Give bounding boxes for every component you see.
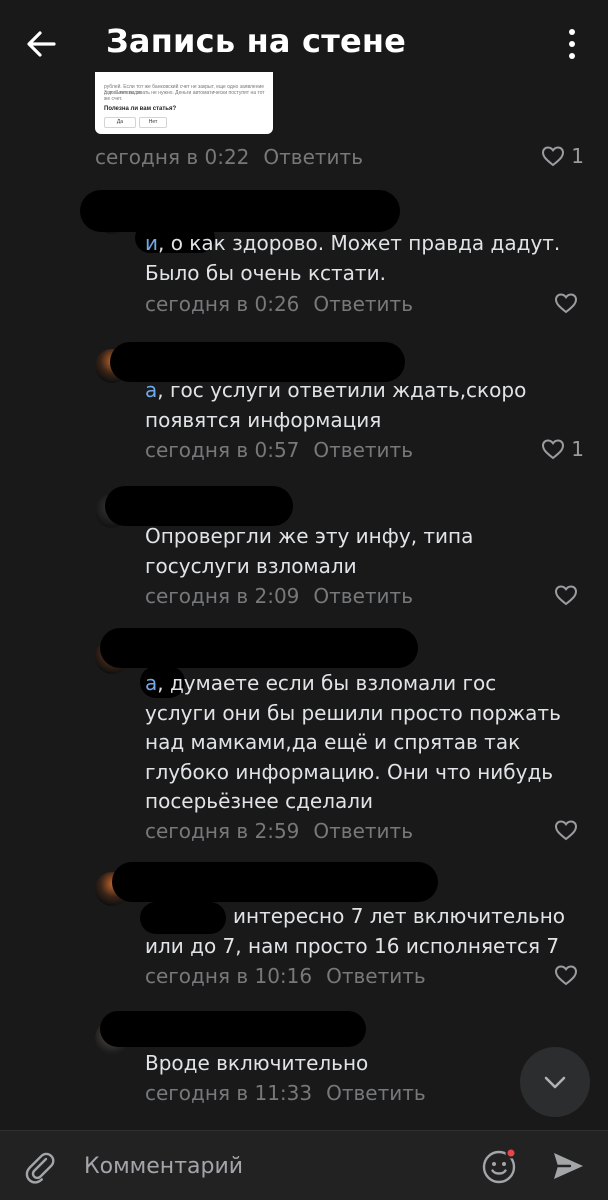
like-count: 1 bbox=[571, 437, 584, 461]
post-like-button[interactable]: 1 bbox=[524, 141, 584, 171]
preview-option-yes[interactable]: Да bbox=[104, 117, 136, 128]
preview-question: Полезна ли вам статья? bbox=[104, 106, 177, 112]
like-button[interactable]: 1 bbox=[524, 434, 584, 464]
comment-meta: сегодня в 10:16 Ответить bbox=[145, 964, 426, 988]
back-button[interactable] bbox=[22, 24, 62, 64]
attached-article-preview[interactable]: рублей. Если тот же банковский счет не з… bbox=[95, 72, 273, 134]
comment-text: а, гос услуги ответили ждать,скоро появя… bbox=[145, 378, 527, 432]
send-icon bbox=[554, 1153, 583, 1179]
heart-icon bbox=[542, 146, 565, 167]
comment-time: сегодня в 2:59 bbox=[145, 819, 300, 843]
mention-link[interactable]: а bbox=[145, 671, 157, 695]
redacted-name bbox=[100, 1011, 366, 1047]
mention-link[interactable]: а bbox=[145, 378, 157, 402]
like-button[interactable] bbox=[524, 815, 584, 845]
like-button[interactable] bbox=[524, 580, 584, 610]
reply-button[interactable]: Ответить bbox=[326, 964, 426, 988]
more-options-button[interactable] bbox=[556, 24, 588, 64]
redacted-name bbox=[80, 190, 400, 232]
send-button[interactable] bbox=[550, 1148, 586, 1184]
redacted-name bbox=[100, 628, 418, 668]
chevron-down-icon bbox=[544, 1076, 566, 1089]
paperclip-icon bbox=[25, 1152, 55, 1184]
app-header: Запись на стене bbox=[0, 0, 608, 84]
heart-icon bbox=[554, 585, 578, 606]
comment-time: сегодня в 2:09 bbox=[145, 584, 300, 608]
comment-input[interactable] bbox=[84, 1149, 464, 1183]
reply-button[interactable]: Ответить bbox=[313, 819, 413, 843]
comment-meta: сегодня в 2:09 Ответить bbox=[145, 584, 413, 608]
like-count: 1 bbox=[571, 144, 584, 168]
comment-text: интересно 7 лет включительно или до 7, н… bbox=[145, 904, 566, 958]
comment-text: Вроде включительно bbox=[145, 1051, 369, 1075]
post-time: сегодня в 0:22 bbox=[95, 145, 250, 169]
heart-icon bbox=[542, 439, 565, 460]
notification-dot bbox=[505, 1147, 517, 1159]
reply-button[interactable]: Ответить bbox=[313, 438, 413, 462]
arrow-left-icon bbox=[27, 31, 56, 57]
like-button[interactable] bbox=[524, 960, 584, 990]
comment-composer bbox=[0, 1130, 608, 1200]
attach-button[interactable] bbox=[22, 1149, 58, 1185]
comment-meta: сегодня в 11:33 Ответить bbox=[145, 1081, 426, 1105]
reply-button[interactable]: Ответить bbox=[326, 1081, 426, 1105]
scroll-down-button[interactable] bbox=[520, 1047, 590, 1117]
heart-icon bbox=[554, 293, 578, 314]
like-button[interactable] bbox=[524, 288, 584, 318]
comment-time: сегодня в 11:33 bbox=[145, 1081, 313, 1105]
redacted-name bbox=[112, 862, 438, 902]
reply-button[interactable]: Ответить bbox=[313, 292, 413, 316]
comment-meta: сегодня в 0:26 Ответить bbox=[145, 292, 413, 316]
comment-time: сегодня в 0:57 bbox=[145, 438, 300, 462]
more-vertical-icon bbox=[569, 29, 575, 59]
comment-text: и, о как здорово. Может правда дадут. Бы… bbox=[145, 231, 561, 285]
heart-icon bbox=[554, 820, 578, 841]
emoji-button[interactable] bbox=[480, 1146, 520, 1186]
redacted-name bbox=[105, 486, 293, 526]
preview-option-no[interactable]: Нет bbox=[139, 117, 167, 128]
mention-link[interactable]: и bbox=[145, 231, 158, 255]
preview-text: 3 до 7 лет подавать не нужно. Деньги авт… bbox=[104, 90, 265, 102]
comment-time: сегодня в 0:26 bbox=[145, 292, 300, 316]
comment-meta: сегодня в 0:57 Ответить bbox=[145, 438, 413, 462]
page-title: Запись на стене bbox=[106, 22, 407, 60]
comment-meta: сегодня в 2:59 Ответить bbox=[145, 819, 413, 843]
reply-button[interactable]: Ответить bbox=[313, 584, 413, 608]
comment-text: Опровергли же эту инфу, типа госуслуги в… bbox=[145, 524, 474, 578]
post-reply-button[interactable]: Ответить bbox=[263, 145, 363, 169]
smile-icon bbox=[482, 1147, 517, 1184]
heart-icon bbox=[554, 965, 578, 986]
comment-time: сегодня в 10:16 bbox=[145, 964, 313, 988]
comment-text: а, думаете если бы взломали гос услуги о… bbox=[145, 671, 561, 813]
post-meta: сегодня в 0:22 Ответить bbox=[95, 145, 363, 169]
